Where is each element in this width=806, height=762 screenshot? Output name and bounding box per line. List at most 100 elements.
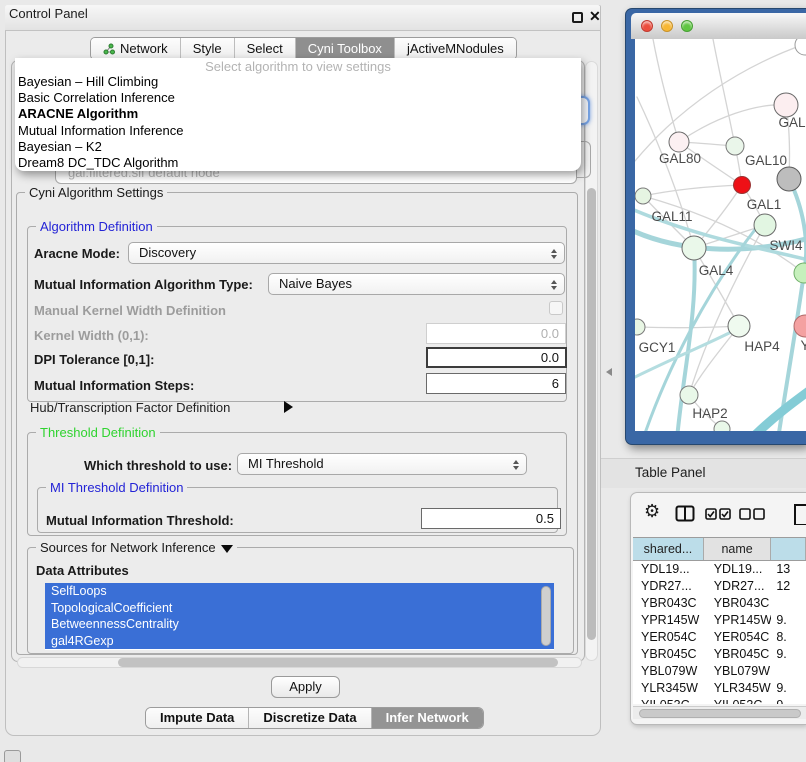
algorithm-option[interactable]: Dream8 DC_TDC Algorithm <box>15 155 581 171</box>
table-row[interactable]: YER054CYER054C8. <box>633 629 806 646</box>
tab-label: Network <box>120 41 168 56</box>
network-node[interactable] <box>635 319 645 335</box>
tab-discretize-data[interactable]: Discretize Data <box>248 708 370 728</box>
column-header-2[interactable] <box>771 538 806 560</box>
table-row[interactable]: YDL19...YDL19...13 <box>633 561 806 578</box>
table-row[interactable]: YIL053CYIL053C9. <box>633 697 806 704</box>
which-threshold-combo[interactable]: MI Threshold <box>237 453 527 475</box>
splitter-collapse-icon[interactable] <box>606 368 612 376</box>
network-icon <box>103 43 115 55</box>
spinner-arrows-icon <box>547 277 561 293</box>
screen: Control Panel ✕ NetworkStyleSelectCyni T… <box>0 0 806 762</box>
network-node-label: GCY1 <box>639 340 676 355</box>
tab-label: jActiveMNodules <box>407 41 504 56</box>
close-icon[interactable]: ✕ <box>589 8 601 25</box>
table-row[interactable]: YLR345WYLR345W9. <box>633 680 806 697</box>
attribute-list-item[interactable]: gal4RGexp <box>45 633 554 650</box>
minimize-traffic-light-icon[interactable] <box>661 20 673 32</box>
mi-type-combo[interactable]: Naive Bayes <box>268 273 565 295</box>
mi-threshold-group-title: MI Threshold Definition <box>46 480 187 495</box>
zoom-traffic-light-icon[interactable] <box>681 20 693 32</box>
tab-jactivemnodules[interactable]: jActiveMNodules <box>394 38 516 59</box>
mi-threshold-field[interactable]: 0.5 <box>421 508 561 529</box>
close-traffic-light-icon[interactable] <box>641 20 653 32</box>
network-canvas[interactable]: GALGAL80GAL10GAL1GAL11SWI4GAL4GCY1HAP4YH… <box>635 39 806 431</box>
table-row[interactable]: YBL079WYBL079W <box>633 663 806 680</box>
gear-icon[interactable]: ⚙ <box>644 501 660 522</box>
hub-expand-icon[interactable] <box>284 401 293 413</box>
algorithm-option[interactable]: Bayesian – K2 <box>15 139 581 155</box>
table-hscrollbar-thumb[interactable] <box>639 709 801 718</box>
network-node[interactable] <box>669 132 689 152</box>
tab-select[interactable]: Select <box>234 38 295 59</box>
network-node[interactable] <box>754 214 776 236</box>
function-builder-icon[interactable] <box>793 503 806 525</box>
apply-button[interactable]: Apply <box>271 676 340 698</box>
table-row[interactable]: YDR27...YDR27...12 <box>633 578 806 595</box>
algorithm-option[interactable]: Basic Correlation Inference <box>15 90 581 106</box>
which-threshold-label: Which threshold to use: <box>84 458 232 473</box>
manual-kernel-checkbox[interactable] <box>549 301 563 315</box>
deselect-all-icon[interactable] <box>739 508 765 520</box>
mi-threshold-label: Mutual Information Threshold: <box>46 513 234 528</box>
float-window-icon[interactable] <box>572 12 583 23</box>
column-header-shared[interactable]: shared... <box>633 538 704 560</box>
sources-collapse-icon[interactable] <box>221 545 233 553</box>
network-edge <box>637 97 694 248</box>
horizontal-scrollbar-thumb[interactable] <box>118 658 558 667</box>
network-node[interactable] <box>795 39 806 55</box>
algorithm-option[interactable]: ARACNE Algorithm <box>15 106 581 122</box>
table-row[interactable]: YBR043CYBR043C <box>633 595 806 612</box>
table-cell: YBR043C <box>704 595 772 612</box>
network-node[interactable] <box>734 177 751 194</box>
vertical-scrollbar-thumb[interactable] <box>587 188 596 640</box>
aracne-mode-value: Discovery <box>139 245 196 260</box>
network-node[interactable] <box>726 137 744 155</box>
network-node[interactable] <box>774 93 798 117</box>
table-cell: YDL19... <box>633 561 704 578</box>
table-header-row: shared...name <box>633 537 806 561</box>
tab-network[interactable]: Network <box>91 38 180 59</box>
table-cell: 9. <box>771 646 806 663</box>
table-cell <box>771 595 806 612</box>
table-cell: YIL053C <box>704 697 772 704</box>
table-cell: YDR27... <box>633 578 704 595</box>
tab-infer-network[interactable]: Infer Network <box>371 708 483 728</box>
table-row[interactable]: YPR145WYPR145W9. <box>633 612 806 629</box>
aracne-mode-combo[interactable]: Discovery <box>128 242 565 264</box>
split-view-icon[interactable] <box>675 505 695 522</box>
attribute-list-item[interactable]: SelfLoops <box>45 583 554 600</box>
network-node[interactable] <box>714 421 730 431</box>
table-row[interactable]: YBR045CYBR045C9. <box>633 646 806 663</box>
kernel-width-field[interactable]: 0.0 <box>426 323 566 344</box>
control-panel-titlebar[interactable] <box>5 5 600 31</box>
network-node[interactable] <box>682 236 706 260</box>
tab-label: Style <box>193 41 222 56</box>
tab-style[interactable]: Style <box>180 38 234 59</box>
network-node[interactable] <box>728 315 750 337</box>
table-hscrollbar-track[interactable] <box>633 706 806 719</box>
network-node-label: HAP2 <box>692 406 727 421</box>
tab-cyni-toolbox[interactable]: Cyni Toolbox <box>295 38 394 59</box>
select-all-icon[interactable] <box>705 508 731 520</box>
network-view-window: GALGAL80GAL10GAL1GAL11SWI4GAL4GCY1HAP4YH… <box>625 8 806 445</box>
algorithm-option[interactable]: Mutual Information Inference <box>15 123 581 139</box>
cyni-settings-title: Cyni Algorithm Settings <box>25 185 167 200</box>
attributes-scrollbar-thumb[interactable] <box>541 586 551 646</box>
column-header-name[interactable]: name <box>704 538 771 560</box>
network-node[interactable] <box>794 263 806 283</box>
network-node[interactable] <box>680 386 698 404</box>
table-cell: YBR045C <box>633 646 704 663</box>
algorithm-option[interactable]: Bayesian – Hill Climbing <box>15 74 581 90</box>
mi-steps-field[interactable]: 6 <box>426 373 566 394</box>
aracne-mode-label: Aracne Mode: <box>34 246 120 261</box>
dpi-tolerance-field[interactable]: 0.0 <box>426 347 567 368</box>
network-window-titlebar[interactable] <box>631 13 806 39</box>
network-graph: GALGAL80GAL10GAL1GAL11SWI4GAL4GCY1HAP4YH… <box>635 39 806 431</box>
tab-impute-data[interactable]: Impute Data <box>146 708 248 728</box>
attribute-list-item[interactable]: TopologicalCoefficient <box>45 600 554 617</box>
attribute-list-item[interactable]: BetweennessCentrality <box>45 616 554 633</box>
network-node[interactable] <box>777 167 801 191</box>
network-node[interactable] <box>635 188 651 204</box>
hub-section-label[interactable]: Hub/Transcription Factor Definition <box>30 400 230 415</box>
